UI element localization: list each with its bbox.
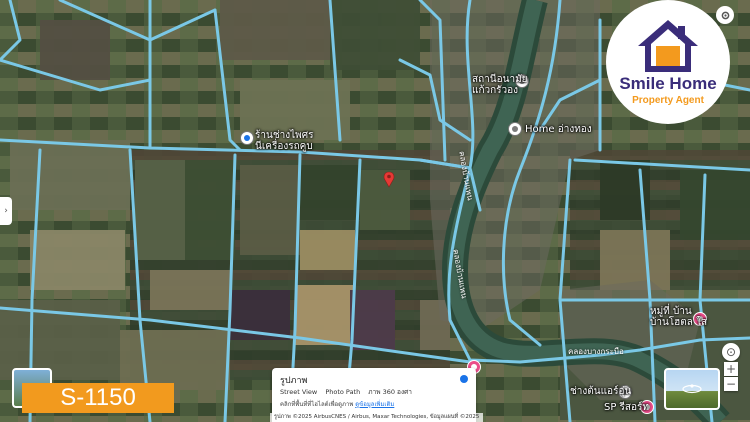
card-title: รูปภาพ <box>280 376 308 386</box>
settings-button[interactable] <box>716 6 734 24</box>
option-photo-path[interactable]: Photo Path <box>325 388 360 396</box>
chevron-right-icon: › <box>4 206 8 216</box>
plus-icon: + <box>725 362 737 376</box>
learn-more-link[interactable]: ดูข้อมูลเพิ่มเติม <box>355 401 394 408</box>
property-code-badge: S-1150 <box>22 383 174 413</box>
map-attribution: รูปภาพ ©2025 AirbusCNES / Airbus, Maxar … <box>270 413 484 422</box>
layer-indicator-icon <box>460 375 468 383</box>
poi-label: Home อ่างทอง <box>525 124 592 135</box>
poi-label: หมู่ที่ บ้าน บ้านโฮตล ใส <box>650 306 708 328</box>
gear-icon <box>721 11 729 19</box>
locate-icon: ⊙ <box>725 345 737 359</box>
shop-icon <box>244 135 250 141</box>
home-icon <box>512 126 518 132</box>
minus-icon: − <box>725 377 737 391</box>
side-panel-toggle[interactable]: › <box>0 197 12 225</box>
card-hint: คลิกที่พื้นที่ที่ไฮไลต์เพื่อดูภาพ ดูข้อม… <box>280 401 395 408</box>
option-street-view[interactable]: Street View <box>280 388 317 396</box>
zoom-in-button[interactable]: + <box>724 362 738 376</box>
logo-title: Smile Home <box>619 74 717 93</box>
road-label: คลองบางกระบือ <box>568 347 624 356</box>
poi-marker[interactable] <box>240 131 254 145</box>
logo-subtitle: Property Agent <box>632 95 704 106</box>
poi-marker[interactable] <box>508 122 522 136</box>
poi-label: SP รีสอร์ท <box>604 402 649 413</box>
street-view-thumbnail[interactable] <box>664 368 720 410</box>
poi-label: ช่างต้นแอร์อุ่น <box>570 386 632 397</box>
360-icon <box>682 384 702 394</box>
house-icon <box>638 20 698 72</box>
smile-home-logo: Smile Home Property Agent <box>606 0 730 124</box>
photo-options: Street View Photo Path ภาพ 360 องศา <box>280 387 418 397</box>
poi-label: สถานีอนามัย แก้วกรัวอง <box>472 74 528 96</box>
poi-label: ร้านช่างไพศร นีเครื่องรถคูบ <box>255 130 314 152</box>
option-360[interactable]: ภาพ 360 องศา <box>368 388 412 396</box>
my-location-button[interactable]: ⊙ <box>722 343 740 361</box>
zoom-out-button[interactable]: − <box>724 377 738 391</box>
